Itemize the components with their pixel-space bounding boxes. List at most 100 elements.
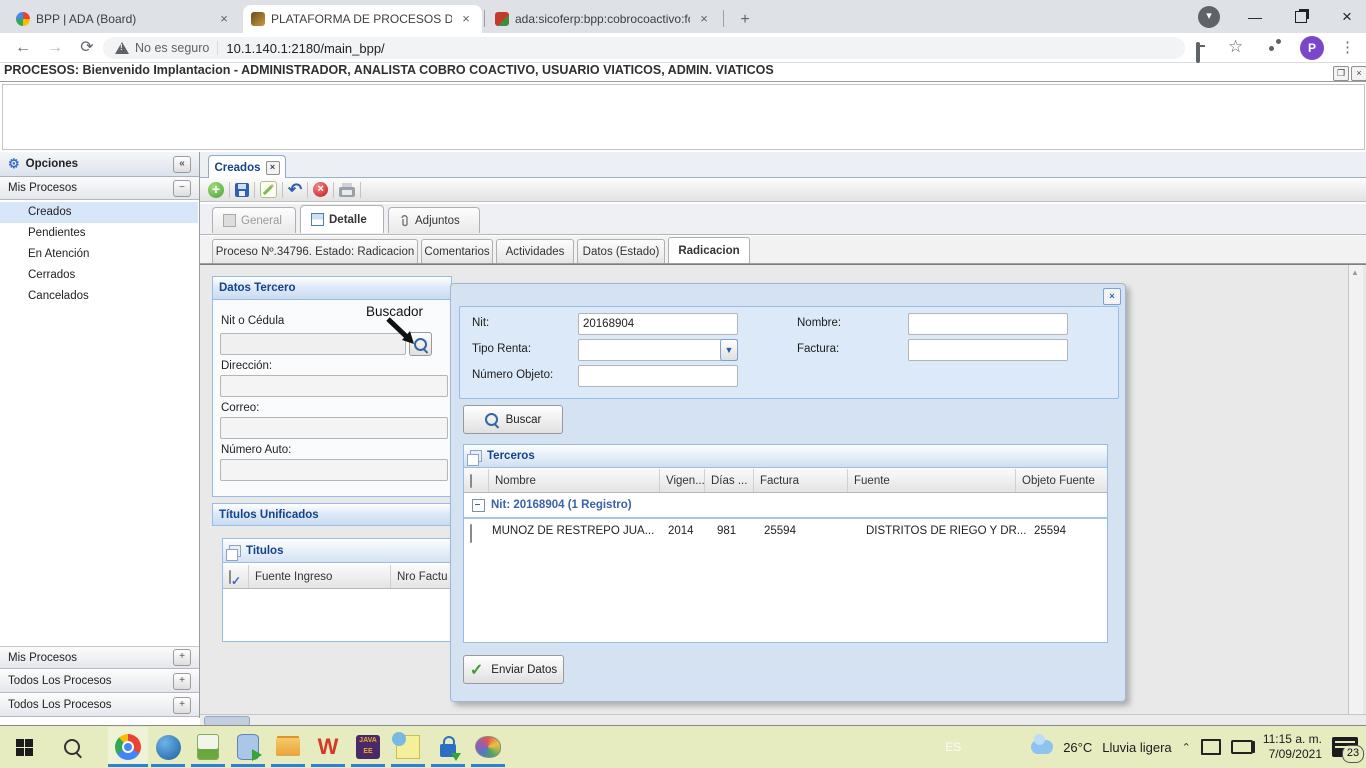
tab-close-icon[interactable]: ×: [696, 11, 712, 27]
tab-close-icon[interactable]: ×: [266, 161, 280, 175]
bookmark-star-icon[interactable]: ☆: [1228, 37, 1243, 57]
subtab-comentarios[interactable]: Comentarios: [421, 239, 493, 263]
taskbar-search-button[interactable]: [52, 727, 92, 767]
accordion-mis-procesos-bottom[interactable]: Mis Procesos +: [0, 646, 199, 669]
tab-creados[interactable]: Creados ×: [208, 155, 286, 179]
browser-tab-sicoferp[interactable]: ada:sicoferp:bpp:cobrocoactivo:fo ×: [487, 5, 720, 33]
taskbar-thunderbird-icon[interactable]: [148, 727, 188, 767]
back-icon[interactable]: ←: [12, 37, 34, 59]
new-tab-button[interactable]: +: [733, 8, 757, 32]
tab-detalle[interactable]: Detalle: [300, 205, 384, 233]
omnibox[interactable]: No es seguro 10.1.140.1:2180/main_bpp/: [103, 37, 1185, 59]
print-button[interactable]: [339, 187, 355, 197]
subtab-proceso[interactable]: Proceso Nº.34796. Estado: Radicacion: [212, 239, 418, 263]
column-vigencia[interactable]: Vigen...: [660, 469, 705, 492]
password-key-icon[interactable]: [1196, 44, 1200, 62]
tipo-renta-combo[interactable]: [578, 339, 738, 361]
tab-general[interactable]: General: [212, 207, 296, 233]
sidebar-item-cerrados[interactable]: Cerrados: [0, 265, 198, 286]
browser-tab-bpp[interactable]: BPP | ADA (Board) ×: [8, 5, 240, 33]
taskbar-editor-icon[interactable]: [188, 727, 228, 767]
language-indicator[interactable]: ES: [945, 740, 961, 754]
forward-icon[interactable]: →: [44, 37, 66, 59]
weather-icon[interactable]: [1031, 740, 1053, 754]
temperature[interactable]: 26°C: [1063, 740, 1092, 755]
expand-accordion-icon[interactable]: +: [173, 697, 191, 714]
tray-chevron-icon[interactable]: ⌃: [1182, 741, 1191, 754]
profile-avatar[interactable]: P: [1300, 36, 1324, 60]
row-checkbox[interactable]: [470, 524, 472, 543]
taskbar-paint-icon[interactable]: [468, 727, 508, 767]
nit-cedula-input[interactable]: [220, 333, 406, 355]
sidebar-item-en-atencion[interactable]: En Atención: [0, 244, 198, 265]
sidebar-item-creados[interactable]: Creados: [0, 202, 198, 223]
taskbar-chrome-icon[interactable]: [108, 727, 148, 767]
correo-input[interactable]: [220, 417, 448, 439]
collapse-group-icon[interactable]: [472, 499, 485, 512]
nit-input[interactable]: 20168904: [578, 313, 738, 335]
nombre-input[interactable]: [908, 313, 1068, 335]
add-button[interactable]: +: [208, 182, 224, 198]
expand-accordion-icon[interactable]: +: [173, 673, 191, 690]
collapse-sidebar-button[interactable]: «: [173, 156, 191, 173]
save-button[interactable]: [235, 183, 249, 197]
select-all-checkbox[interactable]: [229, 570, 231, 584]
undo-button[interactable]: ↶: [288, 183, 302, 197]
start-button[interactable]: [4, 727, 44, 767]
numero-auto-input[interactable]: [220, 459, 448, 481]
vertical-scrollbar[interactable]: [1348, 265, 1363, 714]
numero-objeto-input[interactable]: [578, 365, 738, 387]
combo-dropdown-icon[interactable]: ▼: [720, 339, 738, 361]
column-objeto-fuente[interactable]: Objeto Fuente: [1016, 469, 1107, 492]
notification-center-icon[interactable]: 23: [1332, 737, 1358, 757]
weather-text[interactable]: Lluvia ligera: [1102, 740, 1171, 755]
buscar-button[interactable]: Buscar: [463, 405, 563, 434]
window-minimize-button[interactable]: —: [1232, 0, 1278, 33]
chrome-update-icon[interactable]: ▾: [1186, 0, 1232, 33]
direccion-input[interactable]: [220, 375, 448, 397]
window-restore-button[interactable]: [1278, 0, 1324, 33]
select-all-checkbox[interactable]: [470, 474, 472, 488]
factura-input[interactable]: [908, 339, 1068, 361]
tab-close-icon[interactable]: ×: [216, 11, 232, 27]
taskbar-explorer-icon[interactable]: [268, 727, 308, 767]
sidebar-item-pendientes[interactable]: Pendientes: [0, 223, 198, 244]
battery-icon[interactable]: [1231, 740, 1253, 754]
group-row[interactable]: Nit: 20168904 (1 Registro): [464, 493, 1107, 519]
column-factura[interactable]: Factura: [754, 469, 848, 492]
accordion-todos-procesos-2[interactable]: Todos Los Procesos +: [0, 694, 199, 717]
cancel-button[interactable]: ×: [313, 182, 328, 197]
reload-icon[interactable]: ⟳: [76, 37, 98, 59]
column-nombre[interactable]: Nombre: [489, 469, 660, 492]
taskbar-lock-icon[interactable]: [428, 727, 468, 767]
sidebar-item-cancelados[interactable]: Cancelados: [0, 286, 198, 307]
tab-close-icon[interactable]: ×: [458, 11, 474, 27]
subtab-datos-estado[interactable]: Datos (Estado): [577, 239, 665, 263]
column-fuente[interactable]: Fuente: [848, 469, 1016, 492]
table-row[interactable]: MUÑOZ DE RESTREPO JUA... 2014 981 25594 …: [464, 519, 1107, 545]
edit-button[interactable]: [260, 181, 277, 198]
browser-tab-plataforma[interactable]: PLATAFORMA DE PROCESOS DE ×: [243, 5, 482, 33]
taskbar-wps-icon[interactable]: W: [308, 727, 348, 767]
window-close-button[interactable]: ×: [1324, 0, 1366, 33]
url-text[interactable]: 10.1.140.1:2180/main_bpp/: [226, 41, 384, 56]
chrome-menu-icon[interactable]: ⋮: [1340, 38, 1355, 56]
column-nro-factura[interactable]: Nro Factu: [391, 565, 451, 588]
portal-restore-icon[interactable]: ❐: [1333, 66, 1349, 81]
column-fuente-ingreso[interactable]: Fuente Ingreso: [249, 565, 391, 588]
modal-close-icon[interactable]: ×: [1103, 288, 1121, 305]
collapse-accordion-icon[interactable]: −: [173, 180, 191, 197]
accordion-mis-procesos[interactable]: Mis Procesos −: [0, 177, 199, 200]
subtab-actividades[interactable]: Actividades: [496, 239, 574, 263]
taskbar-notes-icon[interactable]: [388, 727, 428, 767]
tab-adjuntos[interactable]: Adjuntos: [388, 207, 480, 233]
column-dias[interactable]: Días ...: [705, 469, 754, 492]
expand-accordion-icon[interactable]: +: [173, 649, 191, 666]
taskbar-javaee-icon[interactable]: JAVA EE: [348, 727, 388, 767]
not-secure-warning-icon[interactable]: [115, 42, 129, 54]
accordion-todos-procesos-1[interactable]: Todos Los Procesos +: [0, 670, 199, 693]
subtab-radicacion[interactable]: Radicacion: [668, 237, 750, 263]
network-icon[interactable]: [1201, 739, 1221, 755]
enviar-datos-button[interactable]: ✓ Enviar Datos: [463, 655, 564, 684]
taskbar-database-icon[interactable]: [228, 727, 268, 767]
